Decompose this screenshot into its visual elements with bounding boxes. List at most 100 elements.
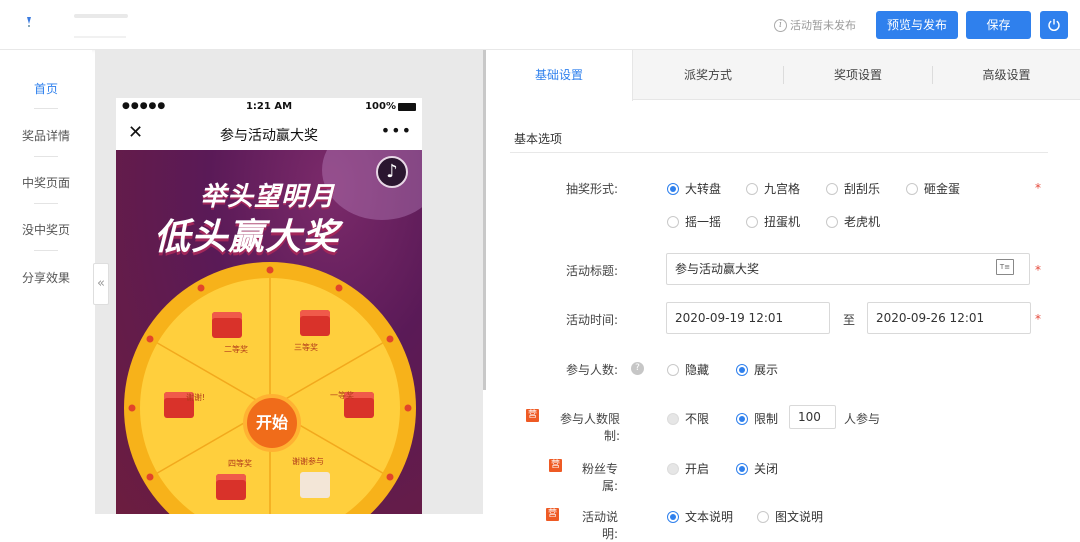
tab-basic-settings[interactable]: 基础设置	[486, 50, 633, 101]
description-label: 活动说明:	[581, 510, 618, 541]
section-title: 基本选项	[514, 132, 563, 146]
radio-wheel[interactable]: 大转盘	[667, 180, 721, 197]
radio-icon	[667, 462, 679, 475]
radio-label: 摇一摇	[685, 215, 722, 229]
limit-count-input[interactable]: 100	[789, 405, 836, 429]
radio-label: 关闭	[754, 462, 779, 476]
end-time-input[interactable]: 2020-09-26 12:01	[867, 302, 1031, 334]
radio-participants-hide[interactable]: 隐藏	[667, 361, 709, 378]
required-mark: *	[1035, 263, 1041, 277]
help-icon[interactable]: ?	[631, 362, 644, 375]
radio-participants-show[interactable]: 展示	[736, 361, 778, 378]
top-bar: i 活动暂未发布 预览与发布 保存	[0, 0, 1080, 50]
phone-nav-bar: ✕ 参与活动赢大奖 •••	[116, 118, 422, 150]
prize-label: 谢谢!	[186, 393, 206, 402]
radio-label: 砸金蛋	[924, 182, 961, 196]
title-label: 活动标题:	[565, 264, 618, 278]
logo-icon	[27, 17, 31, 27]
title-input[interactable]: 参与活动赢大奖	[666, 253, 1030, 285]
radio-label: 图文说明	[775, 510, 824, 524]
headline-line-2: 低头赢大奖	[154, 217, 340, 258]
more-icon[interactable]: •••	[381, 121, 412, 140]
radio-selected-icon	[736, 412, 748, 425]
power-button[interactable]	[1040, 11, 1068, 39]
required-mark: *	[1035, 312, 1041, 326]
prize-label: 三等奖	[294, 343, 318, 352]
thanks-icon	[300, 472, 330, 498]
radio-icon	[667, 215, 679, 228]
collapse-sidebar-button[interactable]: «	[93, 263, 109, 305]
radio-fans-off[interactable]: 关闭	[736, 460, 778, 477]
radio-fans-on[interactable]: 开启	[667, 460, 709, 477]
radio-label: 隐藏	[685, 363, 710, 377]
battery-indicator: 100%	[365, 101, 416, 112]
radio-desc-image[interactable]: 图文说明	[757, 508, 823, 525]
radio-desc-text[interactable]: 文本说明	[667, 508, 733, 525]
nav-divider	[34, 108, 58, 109]
radio-icon	[826, 182, 838, 195]
radio-icon	[667, 363, 679, 376]
radio-selected-icon	[667, 182, 679, 195]
radio-label: 大转盘	[685, 182, 722, 196]
publish-status-text: 活动暂未发布	[790, 19, 856, 32]
radio-icon	[746, 215, 758, 228]
preview-publish-button[interactable]: 预览与发布	[876, 11, 958, 39]
marketing-tag-icon: 营	[526, 409, 539, 422]
prize-label: 四等奖	[228, 459, 252, 468]
nav-item-share-effect[interactable]: 分享效果	[0, 269, 92, 286]
settings-tabs: 基础设置 派奖方式 奖项设置 高级设置	[486, 50, 1080, 101]
start-button[interactable]: 开始	[243, 394, 301, 452]
radio-capsule[interactable]: 扭蛋机	[746, 213, 800, 230]
publish-status: i 活动暂未发布	[774, 17, 856, 33]
nav-item-prize-details[interactable]: 奖品详情	[0, 127, 92, 144]
nav-item-lose-page[interactable]: 没中奖页	[0, 221, 92, 238]
participants-label: 参与人数:	[565, 363, 618, 377]
nav-item-win-page[interactable]: 中奖页面	[0, 174, 92, 191]
radio-slot-machine[interactable]: 老虎机	[826, 213, 880, 230]
limit-suffix: 人参与	[844, 412, 881, 426]
save-button[interactable]: 保存	[966, 11, 1031, 39]
gift-icon	[212, 312, 242, 338]
phone-page-title: 参与活动赢大奖	[220, 128, 318, 144]
required-mark: *	[1035, 181, 1041, 195]
left-nav: 首页 奖品详情 中奖页面 没中奖页 分享效果	[0, 50, 92, 514]
time-separator: 至	[843, 313, 856, 327]
limit-label: 参与人数限制:	[559, 412, 620, 443]
settings-panel: 基础设置 派奖方式 奖项设置 高级设置 基本选项 抽奖形式: 大转盘 九宫格 刮…	[486, 50, 1080, 541]
logo-placeholder	[74, 14, 128, 18]
prize-label: 一等奖	[330, 391, 354, 400]
radio-limit-none[interactable]: 不限	[667, 410, 709, 427]
gift-icon	[300, 310, 330, 336]
radio-limit-limited[interactable]: 限制	[736, 410, 778, 427]
radio-label: 刮刮乐	[844, 182, 881, 196]
tab-award-method[interactable]: 派奖方式	[634, 50, 782, 100]
prize-wheel: 二等奖 三等奖 谢谢! 一等奖 四等奖 谢谢参与 开始	[124, 262, 416, 514]
radio-icon	[667, 412, 679, 425]
start-time-input[interactable]: 2020-09-19 12:01	[666, 302, 830, 334]
phone-status-bar: ●●●●● 1:21 AM 100%	[116, 98, 422, 116]
radio-golden-egg[interactable]: 砸金蛋	[906, 180, 960, 197]
music-icon[interactable]: ♪	[376, 156, 408, 188]
nav-divider	[34, 250, 58, 251]
radio-icon	[826, 215, 838, 228]
radio-scratch[interactable]: 刮刮乐	[826, 180, 880, 197]
phone-preview: ●●●●● 1:21 AM 100% ✕ 参与活动赢大奖 ••• ♪ 举头望明月…	[116, 98, 422, 514]
radio-shake[interactable]: 摇一摇	[667, 213, 721, 230]
radio-selected-icon	[736, 363, 748, 376]
radio-grid[interactable]: 九宫格	[746, 180, 800, 197]
battery-percent: 100%	[365, 101, 396, 112]
radio-selected-icon	[736, 462, 748, 475]
radio-icon	[757, 510, 769, 523]
marketing-tag-icon: 营	[549, 459, 562, 472]
tab-advanced-settings[interactable]: 高级设置	[933, 50, 1080, 100]
prize-label: 谢谢参与	[292, 457, 324, 466]
radio-icon	[906, 182, 918, 195]
wheel-dividers	[128, 266, 412, 514]
tab-prize-settings[interactable]: 奖项设置	[784, 50, 932, 100]
prize-label: 二等奖	[224, 345, 248, 354]
nav-item-home[interactable]: 首页	[0, 80, 92, 97]
nav-divider	[34, 156, 58, 157]
radio-label: 不限	[685, 412, 710, 426]
text-format-icon[interactable]: T≡	[996, 259, 1014, 275]
radio-label: 展示	[754, 363, 779, 377]
